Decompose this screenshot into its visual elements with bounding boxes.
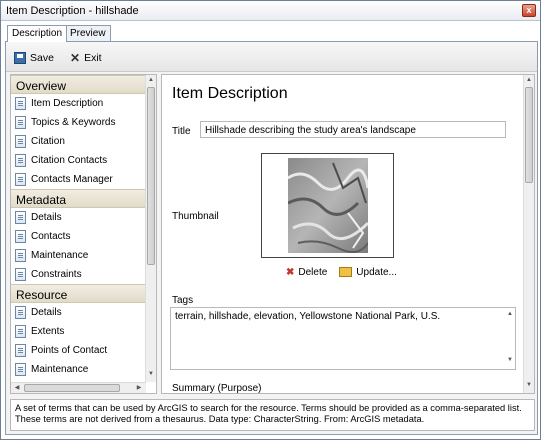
delete-label: Delete bbox=[298, 267, 328, 278]
document-icon bbox=[15, 211, 26, 224]
scroll-down-arrow-icon[interactable]: ▼ bbox=[505, 357, 515, 363]
window-title: Item Description - hillshade bbox=[6, 5, 139, 17]
save-label: Save bbox=[30, 51, 54, 64]
item-description-form: Item Description Title Hillshade describ… bbox=[161, 74, 535, 394]
document-icon bbox=[15, 230, 26, 243]
save-button[interactable]: Save bbox=[14, 50, 54, 65]
tags-scrollbar[interactable]: ▲ ▼ bbox=[505, 309, 514, 368]
document-icon bbox=[15, 97, 26, 110]
description-panel: Save ✕ Exit Overview Item Description To… bbox=[5, 41, 538, 435]
document-icon bbox=[15, 154, 26, 167]
toolbar: Save ✕ Exit bbox=[6, 42, 537, 72]
scroll-left-arrow-icon[interactable]: ◀ bbox=[12, 384, 22, 391]
sidebar-item-resource-extents[interactable]: Extents bbox=[11, 322, 146, 341]
summary-label: Summary (Purpose) bbox=[172, 383, 262, 394]
sidebar-item-label: Maintenance bbox=[31, 364, 89, 375]
sidebar-item-metadata-details[interactable]: Details bbox=[11, 208, 146, 227]
navigation-sidebar: Overview Item Description Topics & Keywo… bbox=[10, 74, 157, 394]
sidebar-item-label: Extents bbox=[31, 326, 65, 337]
tab-preview[interactable]: Preview bbox=[65, 25, 111, 41]
scroll-down-arrow-icon[interactable]: ▼ bbox=[524, 382, 534, 388]
sidebar-horizontal-scrollbar[interactable]: ◀ ▶ bbox=[11, 382, 146, 393]
section-header-resource[interactable]: Resource bbox=[11, 284, 146, 303]
close-icon[interactable]: x bbox=[526, 5, 531, 15]
tab-description[interactable]: Description bbox=[7, 25, 68, 42]
document-icon bbox=[15, 135, 26, 148]
scroll-up-arrow-icon[interactable]: ▲ bbox=[505, 311, 515, 317]
content-scroll-thumb[interactable] bbox=[525, 87, 533, 183]
close-button[interactable]: x bbox=[522, 4, 536, 17]
content-vertical-scrollbar[interactable]: ▲ ▼ bbox=[523, 75, 534, 393]
save-icon bbox=[14, 51, 26, 64]
sidebar-item-label: Topics & Keywords bbox=[31, 117, 116, 128]
sidebar-item-citation[interactable]: Citation bbox=[11, 132, 146, 151]
sidebar-item-label: Details bbox=[31, 307, 62, 318]
sidebar-item-label: Contacts bbox=[31, 231, 71, 242]
sidebar-item-label: Citation Contacts bbox=[31, 155, 108, 166]
sidebar-item-label: Citation bbox=[31, 136, 65, 147]
exit-label: Exit bbox=[84, 51, 102, 64]
sidebar-hscroll-thumb[interactable] bbox=[24, 384, 120, 392]
document-icon bbox=[15, 116, 26, 129]
sidebar-item-metadata-contacts[interactable]: Contacts bbox=[11, 227, 146, 246]
sidebar-item-metadata-maintenance[interactable]: Maintenance bbox=[11, 246, 146, 265]
sidebar-item-item-description[interactable]: Item Description bbox=[11, 94, 146, 113]
title-field[interactable]: Hillshade describing the study area's la… bbox=[200, 121, 506, 138]
help-description-text: A set of terms that can be used by ArcGI… bbox=[10, 399, 535, 431]
sidebar-scroll-thumb[interactable] bbox=[147, 87, 155, 265]
document-icon bbox=[15, 344, 26, 357]
sidebar-item-citation-contacts[interactable]: Citation Contacts bbox=[11, 151, 146, 170]
sidebar-item-label: Item Description bbox=[31, 98, 104, 109]
hillshade-thumbnail-image bbox=[288, 158, 368, 253]
page-title: Item Description bbox=[172, 85, 288, 102]
update-thumbnail-button[interactable]: Update... bbox=[339, 267, 397, 278]
document-icon bbox=[15, 268, 26, 281]
title-label: Title bbox=[172, 126, 191, 137]
scroll-down-arrow-icon[interactable]: ▼ bbox=[146, 371, 156, 377]
delete-thumbnail-button[interactable]: ✖ Delete bbox=[286, 267, 327, 278]
tags-field[interactable]: terrain, hillshade, elevation, Yellowsto… bbox=[170, 307, 516, 370]
folder-icon bbox=[339, 267, 353, 278]
delete-icon: ✖ bbox=[286, 267, 295, 278]
tags-label: Tags bbox=[172, 295, 194, 306]
sidebar-vertical-scrollbar[interactable]: ▲ ▼ bbox=[145, 75, 156, 382]
document-icon bbox=[15, 363, 26, 376]
document-icon bbox=[15, 306, 26, 319]
exit-icon: ✕ bbox=[70, 50, 81, 65]
section-header-metadata[interactable]: Metadata bbox=[11, 189, 146, 208]
tags-value: terrain, hillshade, elevation, Yellowsto… bbox=[175, 311, 441, 322]
sidebar-item-label: Details bbox=[31, 212, 62, 223]
sidebar-item-contacts-manager[interactable]: Contacts Manager bbox=[11, 170, 146, 189]
sidebar-item-label: Contacts Manager bbox=[31, 174, 113, 185]
sidebar-item-label: Constraints bbox=[31, 269, 82, 280]
sidebar-item-resource-maintenance[interactable]: Maintenance bbox=[11, 360, 146, 379]
sidebar-item-label: Points of Contact bbox=[31, 345, 108, 356]
exit-button[interactable]: ✕ Exit bbox=[70, 50, 102, 65]
title-bar[interactable]: Item Description - hillshade x bbox=[1, 1, 540, 21]
sidebar-item-topics-keywords[interactable]: Topics & Keywords bbox=[11, 113, 146, 132]
sidebar-item-metadata-constraints[interactable]: Constraints bbox=[11, 265, 146, 284]
sidebar-item-points-of-contact[interactable]: Points of Contact bbox=[11, 341, 146, 360]
thumbnail-actions: ✖ Delete Update... bbox=[286, 267, 397, 278]
sidebar-item-resource-details[interactable]: Details bbox=[11, 303, 146, 322]
section-header-overview[interactable]: Overview bbox=[11, 75, 146, 94]
thumbnail-label: Thumbnail bbox=[172, 211, 219, 222]
update-label: Update... bbox=[356, 267, 397, 278]
document-icon bbox=[15, 173, 26, 186]
scroll-up-arrow-icon[interactable]: ▲ bbox=[524, 77, 534, 83]
scroll-up-arrow-icon[interactable]: ▲ bbox=[146, 77, 156, 83]
document-icon bbox=[15, 249, 26, 262]
item-description-window: Item Description - hillshade x Descripti… bbox=[0, 0, 541, 440]
scroll-right-arrow-icon[interactable]: ▶ bbox=[134, 384, 144, 391]
document-icon bbox=[15, 325, 26, 338]
thumbnail-frame bbox=[261, 153, 394, 258]
sidebar-item-label: Maintenance bbox=[31, 250, 89, 261]
